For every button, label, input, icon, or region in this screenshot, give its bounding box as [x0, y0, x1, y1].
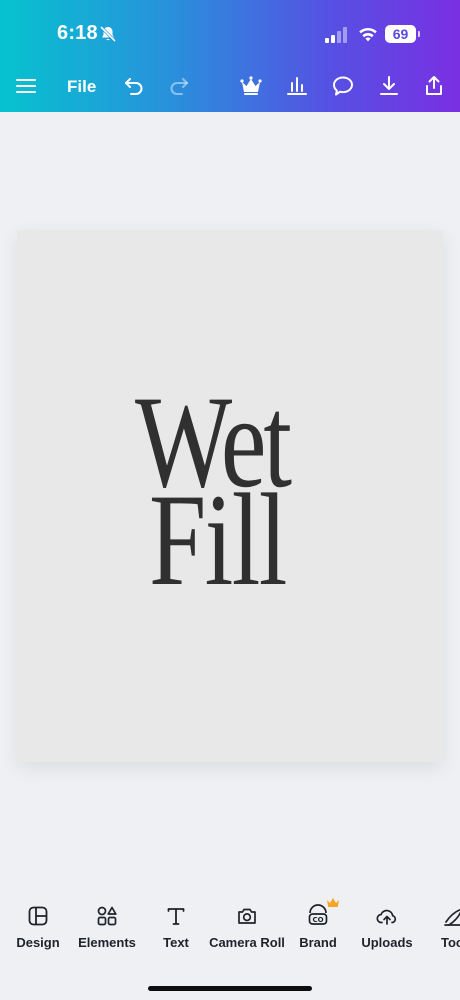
bottom-tool-bar: Design Elements Text Camera Roll CO Bran… [0, 892, 460, 972]
design-text-group[interactable]: Wet Fill [17, 230, 443, 762]
tool-uploads-label: Uploads [361, 935, 413, 950]
editor-toolbar: File [0, 62, 460, 112]
home-indicator[interactable] [148, 986, 312, 991]
tool-uploads[interactable]: Uploads [358, 892, 416, 956]
tool-elements-label: Elements [78, 935, 136, 950]
status-time: 6:18 [57, 22, 98, 44]
wifi-icon [359, 27, 377, 42]
cellular-signal-icon [325, 27, 347, 43]
file-menu-button[interactable]: File [67, 77, 96, 97]
battery-indicator: 69 [385, 25, 416, 43]
share-icon [426, 76, 442, 95]
elements-icon [97, 906, 117, 926]
tool-tools[interactable]: Too [436, 892, 460, 956]
bell-muted-icon [99, 25, 117, 43]
tool-tools-label: Too [441, 935, 460, 950]
premium-crown-icon [327, 898, 339, 907]
menu-icon [16, 79, 36, 93]
tool-elements[interactable]: Elements [74, 892, 140, 956]
premium-button[interactable] [239, 74, 263, 98]
tool-camera-roll[interactable]: Camera Roll [209, 892, 285, 956]
insights-button[interactable] [285, 74, 309, 98]
insights-icon [287, 77, 307, 95]
text-icon [167, 908, 185, 925]
tools-icon [444, 908, 460, 926]
download-icon [380, 76, 398, 95]
undo-button[interactable] [122, 74, 146, 98]
tool-text[interactable]: Text [150, 892, 202, 956]
design-icon [28, 906, 48, 926]
camera-icon [238, 908, 256, 924]
redo-icon [170, 78, 188, 95]
redo-button[interactable] [167, 74, 191, 98]
tool-text-label: Text [163, 935, 189, 950]
design-headline-line-2[interactable]: Fill [149, 474, 287, 606]
tool-design[interactable]: Design [8, 892, 68, 956]
top-bar: 6:18 69 File [0, 0, 460, 112]
upload-cloud-icon [376, 909, 397, 925]
undo-icon [125, 78, 143, 95]
tool-brand-label: Brand [299, 935, 337, 950]
battery-cap [418, 31, 420, 37]
tool-design-label: Design [16, 935, 60, 950]
status-bar: 6:18 69 [0, 0, 460, 62]
download-button[interactable] [377, 74, 401, 98]
comment-icon [333, 76, 353, 96]
menu-button[interactable] [14, 74, 38, 98]
design-canvas[interactable]: Wet Fill [17, 230, 443, 762]
share-button[interactable] [422, 74, 446, 98]
comment-button[interactable] [331, 74, 355, 98]
tool-camera-roll-label: Camera Roll [209, 935, 285, 950]
svg-text:CO: CO [312, 916, 323, 924]
crown-icon [240, 76, 262, 95]
